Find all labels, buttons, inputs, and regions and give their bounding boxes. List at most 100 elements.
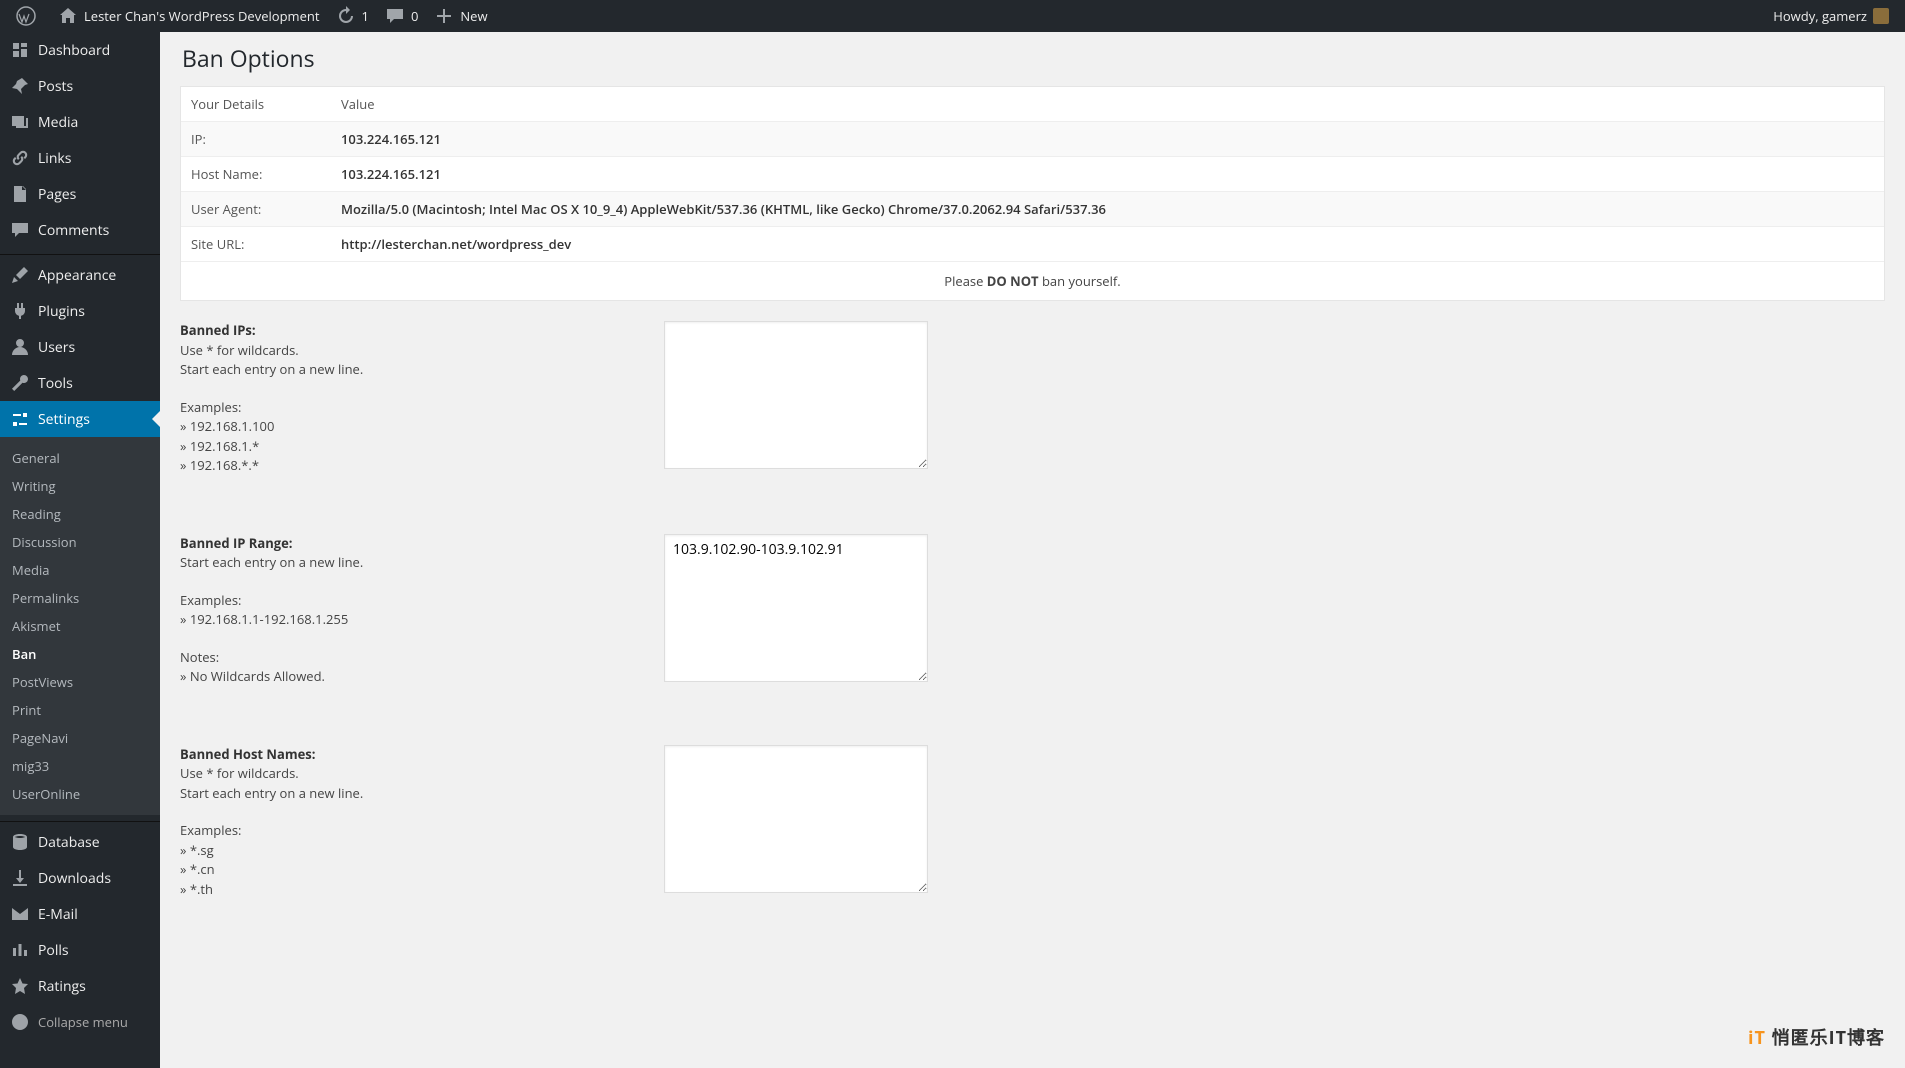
menu-item-posts[interactable]: Posts	[0, 68, 160, 104]
menu-label: Tools	[38, 374, 73, 393]
comment-icon	[10, 220, 30, 240]
menu-label: Pages	[38, 185, 76, 204]
menu-item-links[interactable]: Links	[0, 140, 160, 176]
mail-icon	[10, 904, 30, 924]
plug-icon	[10, 301, 30, 321]
submenu-item-reading[interactable]: Reading	[0, 500, 160, 528]
submenu-item-pagenavi[interactable]: PageNavi	[0, 724, 160, 752]
example-line: » 192.168.1.1-192.168.1.255	[180, 610, 644, 630]
detail-label: Host Name:	[181, 156, 331, 191]
menu-item-settings[interactable]: Settings	[0, 401, 160, 437]
menu-item-downloads[interactable]: Downloads	[0, 860, 160, 896]
menu-label: E-Mail	[38, 905, 78, 924]
section-title: Banned IPs:	[180, 321, 256, 339]
link-icon	[10, 148, 30, 168]
menu-item-ratings[interactable]: Ratings	[0, 968, 160, 1004]
sliders-icon	[10, 409, 30, 429]
example-line: » *.sg	[180, 841, 644, 861]
updates[interactable]: 1	[328, 0, 377, 32]
menu-item-database[interactable]: Database	[0, 824, 160, 860]
howdy-text: Howdy, gamerz	[1773, 7, 1867, 25]
collapse-icon	[10, 1012, 30, 1032]
menu-label: Posts	[38, 77, 73, 96]
submenu-item-akismet[interactable]: Akismet	[0, 612, 160, 640]
submenu-item-print[interactable]: Print	[0, 696, 160, 724]
howdy-account[interactable]: Howdy, gamerz	[1765, 7, 1897, 25]
comments-count: 0	[411, 7, 418, 25]
form-row: Banned IP Range:Start each entry on a ne…	[180, 534, 1885, 705]
site-name[interactable]: Lester Chan's WordPress Development	[50, 0, 328, 32]
ban-textarea-2[interactable]	[664, 745, 928, 893]
menu-item-dashboard[interactable]: Dashboard	[0, 32, 160, 68]
menu-item-email[interactable]: E-Mail	[0, 896, 160, 932]
detail-value: Mozilla/5.0 (Macintosh; Intel Mac OS X 1…	[331, 191, 1884, 226]
db-icon	[10, 832, 30, 852]
table-row: User Agent:Mozilla/5.0 (Macintosh; Intel…	[181, 191, 1884, 226]
submenu-item-useronline[interactable]: UserOnline	[0, 780, 160, 808]
section-title: Banned Host Names:	[180, 745, 315, 763]
ban-textarea-1[interactable]	[664, 534, 928, 682]
detail-label: IP:	[181, 121, 331, 156]
bars-icon	[10, 940, 30, 960]
notes-label: Notes:	[180, 648, 644, 668]
menu-item-comments[interactable]: Comments	[0, 212, 160, 248]
hint-text: Start each entry on a new line.	[180, 360, 644, 380]
menu-label: Downloads	[38, 869, 111, 888]
form-row: Banned IPs: Use * for wildcards.Start eac…	[180, 321, 1885, 494]
submenu-item-mig33[interactable]: mig33	[0, 752, 160, 780]
example-line: » 192.168.1.*	[180, 437, 644, 457]
new-content[interactable]: New	[426, 0, 495, 32]
detail-label: User Agent:	[181, 191, 331, 226]
menu-item-pages[interactable]: Pages	[0, 176, 160, 212]
menu-label: Media	[38, 113, 78, 132]
submenu-item-permalinks[interactable]: Permalinks	[0, 584, 160, 612]
menu-label: Settings	[38, 410, 90, 429]
hint-text: Use * for wildcards.	[180, 341, 644, 361]
ban-textarea-0[interactable]	[664, 321, 928, 469]
table-row: Host Name:103.224.165.121	[181, 156, 1884, 191]
hint-text: Start each entry on a new line.	[180, 784, 644, 804]
menu-item-media[interactable]: Media	[0, 104, 160, 140]
wp-logo[interactable]	[8, 0, 50, 32]
menu-item-tools[interactable]: Tools	[0, 365, 160, 401]
table-row: Site URL:http://lesterchan.net/wordpress…	[181, 226, 1884, 261]
submenu-item-media[interactable]: Media	[0, 556, 160, 584]
submenu-item-postviews[interactable]: PostViews	[0, 668, 160, 696]
avatar	[1873, 8, 1889, 24]
menu-item-plugins[interactable]: Plugins	[0, 293, 160, 329]
dashboard-icon	[10, 40, 30, 60]
detail-value: http://lesterchan.net/wordpress_dev	[331, 226, 1884, 261]
ban-warning: Please DO NOT ban yourself.	[181, 261, 1884, 300]
menu-item-polls[interactable]: Polls	[0, 932, 160, 968]
wrench-icon	[10, 373, 30, 393]
user-icon	[10, 337, 30, 357]
table-row: IP:103.224.165.121	[181, 121, 1884, 156]
menu-label: Polls	[38, 941, 69, 960]
note-line: » No Wildcards Allowed.	[180, 667, 644, 687]
menu-label: Database	[38, 833, 100, 852]
admin-bar: Lester Chan's WordPress Development 1 0 …	[0, 0, 1905, 32]
admin-sidebar: Dashboard Posts Media Links Pages Comments App…	[0, 32, 160, 1068]
pages-icon	[10, 184, 30, 204]
menu-label: Appearance	[38, 266, 116, 285]
page-title: Ban Options	[182, 42, 1885, 74]
comments[interactable]: 0	[377, 0, 426, 32]
menu-item-appearance[interactable]: Appearance	[0, 257, 160, 293]
example-line: » *.th	[180, 880, 644, 900]
example-line: » 192.168.*.*	[180, 456, 644, 476]
updates-count: 1	[362, 7, 369, 25]
menu-item-users[interactable]: Users	[0, 329, 160, 365]
menu-label: Ratings	[38, 977, 86, 996]
download-icon	[10, 868, 30, 888]
examples-label: Examples:	[180, 821, 644, 841]
media-icon	[10, 112, 30, 132]
example-line: » *.cn	[180, 860, 644, 880]
submenu-item-general[interactable]: General	[0, 444, 160, 472]
settings-submenu: GeneralWritingReadingDiscussionMediaPerm…	[0, 437, 160, 815]
submenu-item-ban[interactable]: Ban	[0, 640, 160, 668]
submenu-item-discussion[interactable]: Discussion	[0, 528, 160, 556]
submenu-item-writing[interactable]: Writing	[0, 472, 160, 500]
collapse-menu[interactable]: Collapse menu	[0, 1004, 160, 1040]
menu-label: Comments	[38, 221, 109, 240]
menu-label: Dashboard	[38, 41, 110, 60]
